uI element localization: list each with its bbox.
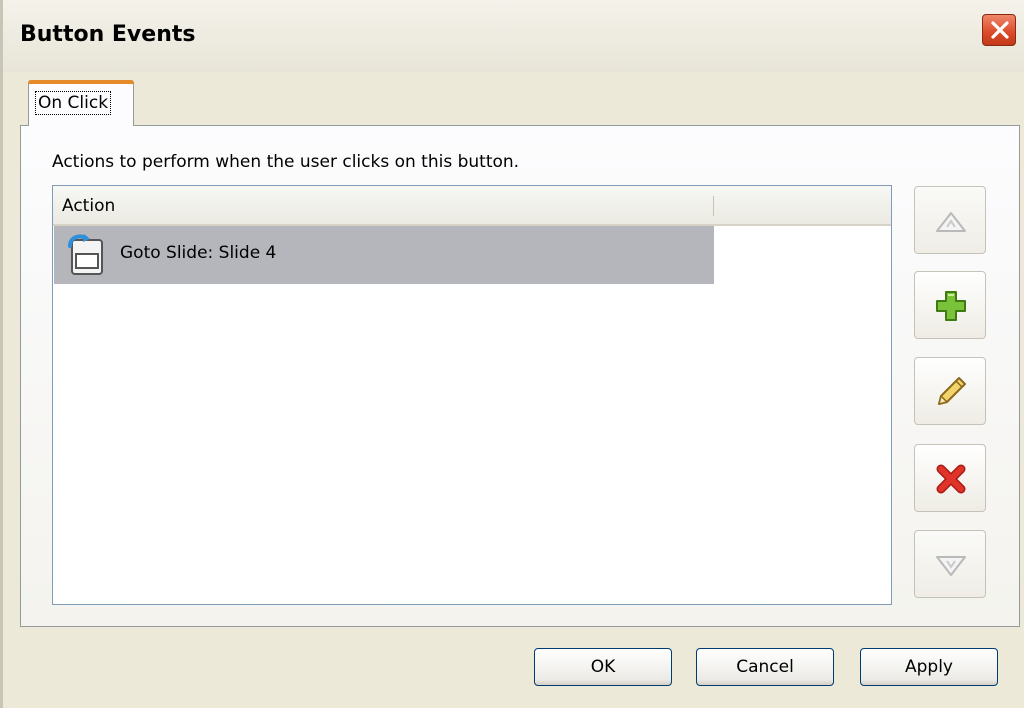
tab-on-click[interactable]: On Click: [28, 80, 134, 126]
dialog-window: Button Events On Click Actions to perfor…: [0, 0, 1024, 708]
instruction-text: Actions to perform when the user clicks …: [52, 152, 520, 172]
delete-action-button[interactable]: [914, 444, 986, 512]
window-border: [0, 0, 3, 708]
move-down-button[interactable]: [914, 530, 986, 598]
title-bar[interactable]: Button Events: [0, 0, 1024, 72]
edit-action-button[interactable]: [914, 357, 986, 425]
cancel-button[interactable]: Cancel: [696, 648, 834, 686]
column-header-action[interactable]: Action: [62, 196, 115, 216]
list-item-label: Goto Slide: Slide 4: [120, 243, 277, 263]
move-up-button[interactable]: [914, 186, 986, 254]
window-title: Button Events: [20, 22, 196, 47]
arrow-up-icon: [936, 212, 966, 232]
add-action-button[interactable]: [914, 271, 986, 339]
actions-list[interactable]: Action Goto Slide: Slide 4: [52, 185, 892, 605]
list-item[interactable]: Goto Slide: Slide 4: [54, 226, 714, 284]
arrow-down-icon: [936, 556, 966, 576]
delete-x-icon: [936, 464, 966, 494]
apply-button[interactable]: Apply: [860, 648, 998, 686]
tab-selected-indicator: [28, 80, 134, 84]
pencil-icon: [938, 377, 966, 405]
close-icon: [991, 21, 1009, 39]
ok-button[interactable]: OK: [534, 648, 672, 686]
plus-icon: [936, 291, 966, 321]
column-separator[interactable]: [713, 196, 714, 216]
tab-label: On Click: [35, 91, 112, 115]
close-button[interactable]: [982, 14, 1016, 46]
list-header: Action: [53, 186, 891, 226]
goto-slide-icon: [68, 234, 103, 275]
